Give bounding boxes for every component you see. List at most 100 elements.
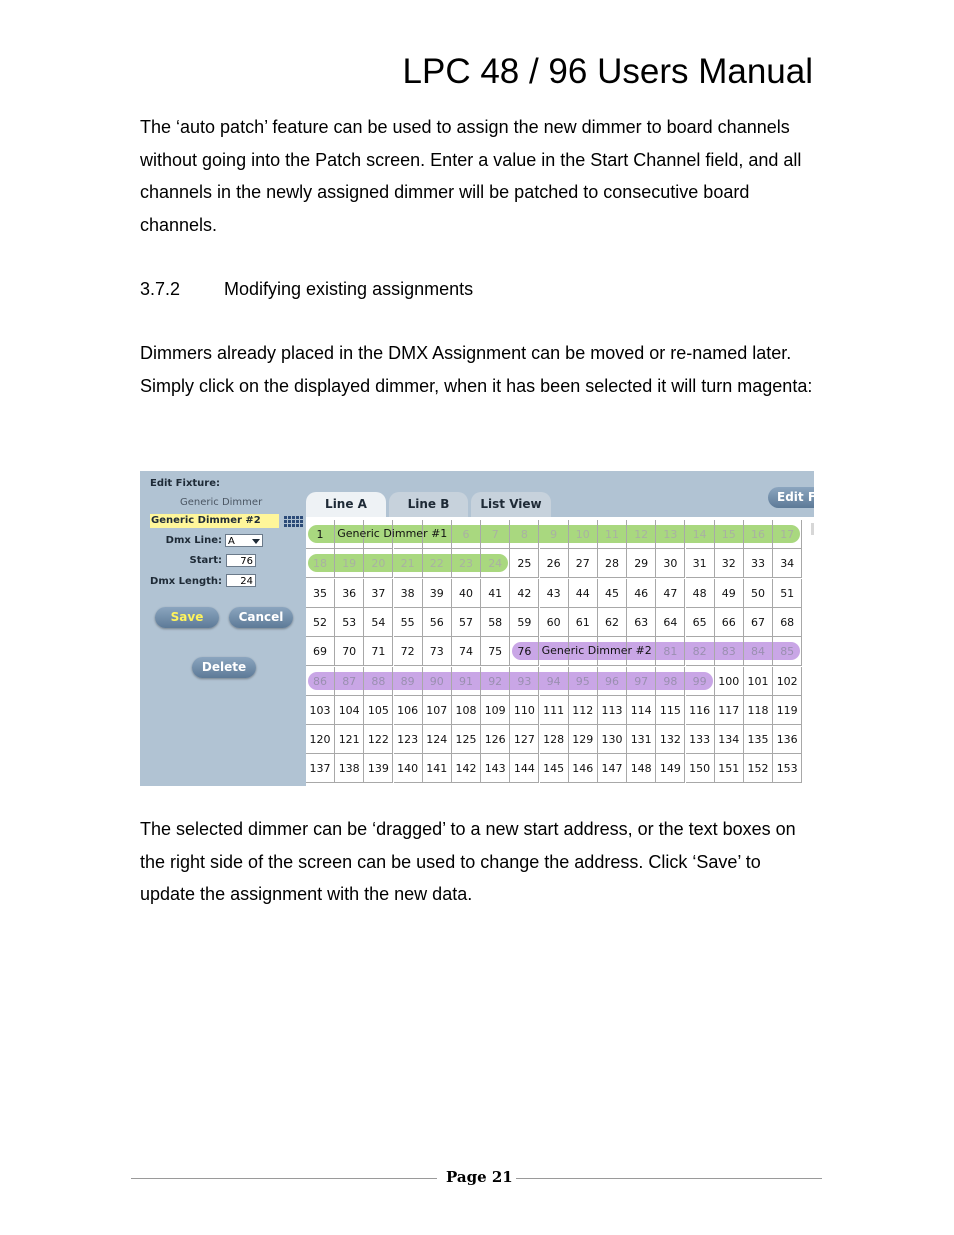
channel-cell[interactable]: 62 xyxy=(598,607,627,637)
channel-cell[interactable]: 65 xyxy=(685,607,715,637)
channel-cell[interactable]: 35 xyxy=(306,578,335,608)
channel-cell[interactable]: 109 xyxy=(481,695,511,725)
channel-cell[interactable]: 7 xyxy=(481,520,511,549)
channel-cell[interactable]: 108 xyxy=(452,695,481,725)
channel-cell[interactable]: 17 xyxy=(773,520,803,549)
channel-cell[interactable]: 128 xyxy=(539,725,569,755)
channel-cell[interactable]: 116 xyxy=(685,695,715,725)
channel-cell[interactable]: 72 xyxy=(393,637,423,667)
channel-cell[interactable]: 100 xyxy=(714,666,744,696)
channel-cell[interactable]: 38 xyxy=(393,578,423,608)
tab-line-b[interactable]: Line B xyxy=(389,492,468,517)
channel-cell[interactable]: 81 xyxy=(656,637,686,667)
channel-cell[interactable]: 16 xyxy=(744,520,773,549)
channel-cell[interactable]: 137 xyxy=(306,754,335,784)
channel-cell[interactable]: 39 xyxy=(422,578,452,608)
channel-cell[interactable]: 23 xyxy=(452,549,481,579)
channel-cell[interactable]: 115 xyxy=(656,695,686,725)
channel-cell[interactable]: 29 xyxy=(627,549,657,579)
channel-cell[interactable]: 122 xyxy=(364,725,394,755)
channel-cell[interactable]: 75 xyxy=(481,637,511,667)
channel-cell[interactable]: 99 xyxy=(685,666,715,696)
channel-cell[interactable]: 144 xyxy=(510,754,540,784)
channel-cell[interactable]: 94 xyxy=(539,666,569,696)
channel-cell[interactable]: 73 xyxy=(422,637,452,667)
channel-cell[interactable]: 125 xyxy=(452,725,481,755)
channel-cell[interactable]: 142 xyxy=(452,754,481,784)
channel-cell[interactable]: 93 xyxy=(510,666,540,696)
channel-cell[interactable]: 49 xyxy=(714,578,744,608)
channel-cell[interactable]: 66 xyxy=(714,607,744,637)
channel-cell[interactable]: 10 xyxy=(568,520,598,549)
channel-cell[interactable]: 13 xyxy=(656,520,686,549)
channel-cell[interactable]: 9 xyxy=(539,520,569,549)
channel-cell[interactable]: 11 xyxy=(598,520,627,549)
channel-cell[interactable]: 139 xyxy=(364,754,394,784)
channel-cell[interactable]: 140 xyxy=(393,754,423,784)
channel-cell[interactable]: 146 xyxy=(568,754,598,784)
channel-cell[interactable]: 123 xyxy=(393,725,423,755)
channel-cell[interactable]: 6 xyxy=(452,520,481,549)
channel-cell[interactable]: 107 xyxy=(422,695,452,725)
dmx-length-field[interactable]: 24 xyxy=(226,574,256,587)
channel-cell[interactable]: 111 xyxy=(539,695,569,725)
tab-line-a[interactable]: Line A xyxy=(306,492,386,517)
channel-cell[interactable]: 101 xyxy=(744,666,773,696)
channel-cell[interactable]: 117 xyxy=(714,695,744,725)
channel-cell[interactable]: 147 xyxy=(598,754,627,784)
dmx-line-select[interactable]: A xyxy=(225,534,263,547)
channel-cell[interactable]: 152 xyxy=(744,754,773,784)
channel-cell[interactable]: 18 xyxy=(306,549,335,579)
channel-cell[interactable]: 85 xyxy=(773,637,803,667)
channel-cell[interactable]: 138 xyxy=(335,754,365,784)
channel-cell[interactable]: 45 xyxy=(598,578,627,608)
edit-fixture-button[interactable]: Edit Fix xyxy=(768,487,814,508)
channel-cell[interactable]: 95 xyxy=(568,666,598,696)
channel-cell[interactable]: 110 xyxy=(510,695,540,725)
channel-cell[interactable]: 32 xyxy=(714,549,744,579)
channel-cell[interactable]: 120 xyxy=(306,725,335,755)
channel-cell[interactable]: 151 xyxy=(714,754,744,784)
channel-cell[interactable]: 87 xyxy=(335,666,365,696)
channel-cell[interactable]: 68 xyxy=(773,607,803,637)
channel-cell[interactable]: 31 xyxy=(685,549,715,579)
channel-cell[interactable]: 57 xyxy=(452,607,481,637)
channel-cell[interactable]: 19 xyxy=(335,549,365,579)
channel-cell[interactable]: 22 xyxy=(422,549,452,579)
channel-cell[interactable]: 30 xyxy=(656,549,686,579)
channel-cell[interactable]: 132 xyxy=(656,725,686,755)
channel-grid[interactable]: 1 6 7 8 9 10 11 12 13 14 15 16 17 18 19 20 21 22 23 24 25 26 2… xyxy=(306,517,814,786)
channel-cell[interactable]: 102 xyxy=(773,666,803,696)
channel-cell[interactable]: 48 xyxy=(685,578,715,608)
channel-cell[interactable]: 8 xyxy=(510,520,540,549)
channel-cell[interactable]: 70 xyxy=(335,637,365,667)
tab-list-view[interactable]: List View xyxy=(471,492,551,517)
scrollbar[interactable] xyxy=(811,523,814,535)
channel-cell[interactable]: 33 xyxy=(744,549,773,579)
channel-cell[interactable]: 25 xyxy=(510,549,540,579)
channel-cell[interactable]: 51 xyxy=(773,578,803,608)
channel-cell[interactable]: 20 xyxy=(364,549,394,579)
channel-cell[interactable]: 67 xyxy=(744,607,773,637)
channel-cell[interactable]: 129 xyxy=(568,725,598,755)
channel-cell[interactable]: 71 xyxy=(364,637,394,667)
channel-cell[interactable]: 127 xyxy=(510,725,540,755)
channel-cell[interactable]: 52 xyxy=(306,607,335,637)
channel-cell[interactable]: 89 xyxy=(393,666,423,696)
channel-cell[interactable]: 136 xyxy=(773,725,803,755)
channel-cell[interactable]: 97 xyxy=(627,666,657,696)
channel-cell[interactable]: 133 xyxy=(685,725,715,755)
channel-cell[interactable]: 43 xyxy=(539,578,569,608)
channel-cell[interactable]: 114 xyxy=(627,695,657,725)
channel-cell[interactable]: 121 xyxy=(335,725,365,755)
channel-cell[interactable]: 46 xyxy=(627,578,657,608)
channel-cell[interactable]: 41 xyxy=(481,578,511,608)
channel-cell[interactable]: 88 xyxy=(364,666,394,696)
channel-cell[interactable]: 145 xyxy=(539,754,569,784)
channel-cell[interactable]: 53 xyxy=(335,607,365,637)
channel-cell[interactable]: 15 xyxy=(714,520,744,549)
channel-cell[interactable]: 131 xyxy=(627,725,657,755)
channel-cell[interactable]: 118 xyxy=(744,695,773,725)
channel-cell[interactable]: 124 xyxy=(422,725,452,755)
channel-cell[interactable]: 59 xyxy=(510,607,540,637)
